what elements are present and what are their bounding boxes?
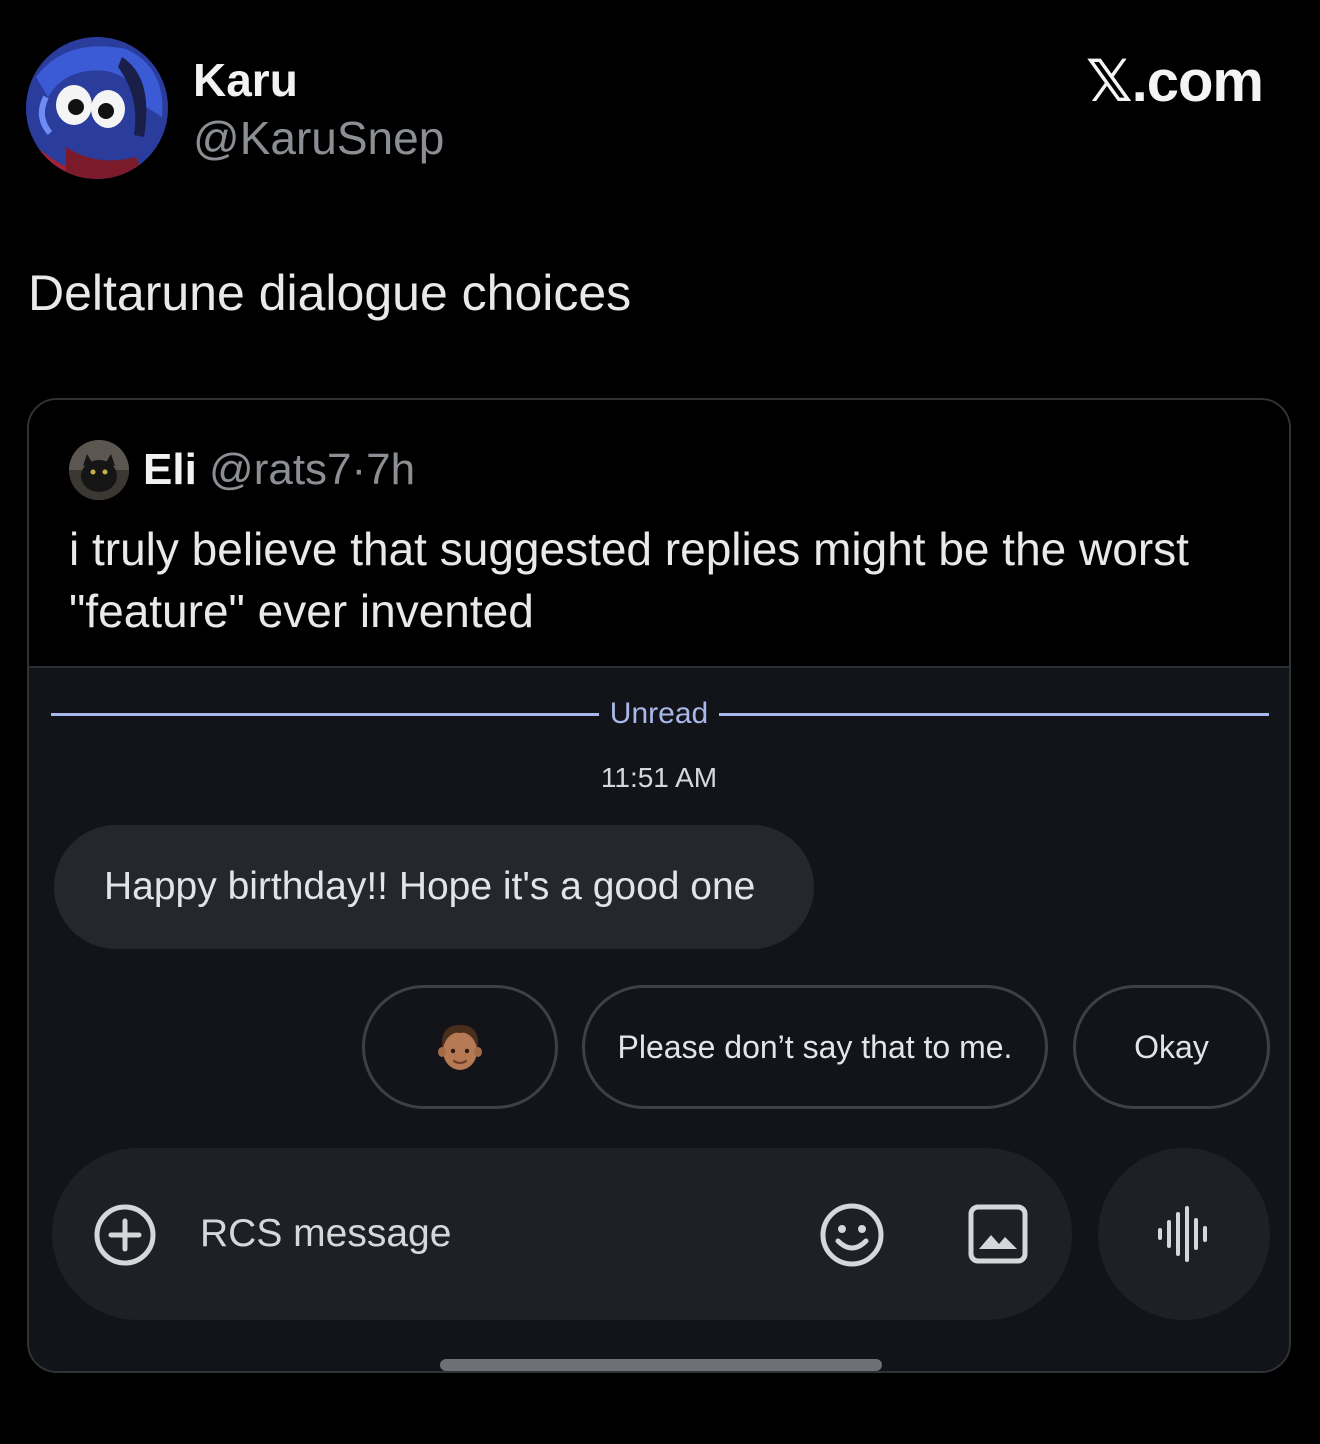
incoming-message-bubble[interactable]: Happy birthday!! Hope it's a good one [54,825,814,949]
emoji-icon[interactable] [819,1202,885,1268]
plus-circle-icon[interactable] [93,1203,157,1267]
unread-divider-left [51,713,599,716]
message-timestamp: 11:51 AM [600,762,718,793]
quoted-tweet-time[interactable]: 7h [366,445,415,494]
suggested-reply-emoji[interactable] [362,985,558,1109]
image-icon[interactable] [967,1203,1029,1265]
voice-waveform-icon [1158,1206,1207,1262]
author-avatar[interactable] [26,37,168,179]
x-com-logo: 𝕏.com [1085,49,1264,114]
unread-divider-label: Unread [609,697,709,730]
meta-separator: · [351,445,367,494]
quoted-author-handle[interactable]: @rats7 [209,445,351,494]
messages-screenshot: Unread 11:51 AM Happy birthday!! Hope it… [29,666,1289,1371]
cat-avatar-image [69,440,129,500]
quoted-author-name[interactable]: Eli [143,445,197,494]
tweet-text: Deltarune dialogue choices [28,265,632,321]
man-face-emoji-icon [438,1025,482,1070]
message-composer[interactable]: RCS message [52,1148,1072,1320]
suggested-reply-okay[interactable]: Okay [1073,985,1270,1109]
author-name[interactable]: Karu [193,52,298,108]
unread-divider-right [719,713,1269,716]
author-handle[interactable]: @KaruSnep [193,110,444,166]
suggested-reply-please-dont[interactable]: Please don’t say that to me. [582,985,1048,1109]
quoted-tweet-card[interactable]: Eli @rats7·7h i truly believe that sugge… [27,398,1291,1373]
voice-message-button[interactable] [1098,1148,1270,1320]
avatar-image [26,37,168,179]
quoted-tweet-text: i truly believe that suggested replies m… [69,523,1189,637]
quoted-author-avatar[interactable] [69,440,129,500]
incoming-message-text: Happy birthday!! Hope it's a good one [104,865,756,908]
quoted-tweet-header: Eli @rats7·7h i truly believe that sugge… [29,400,1289,666]
home-indicator-bar [440,1359,882,1371]
quoted-tweet-meta: Eli @rats7·7h [143,442,415,498]
rcs-message-input[interactable]: RCS message [200,1212,451,1256]
